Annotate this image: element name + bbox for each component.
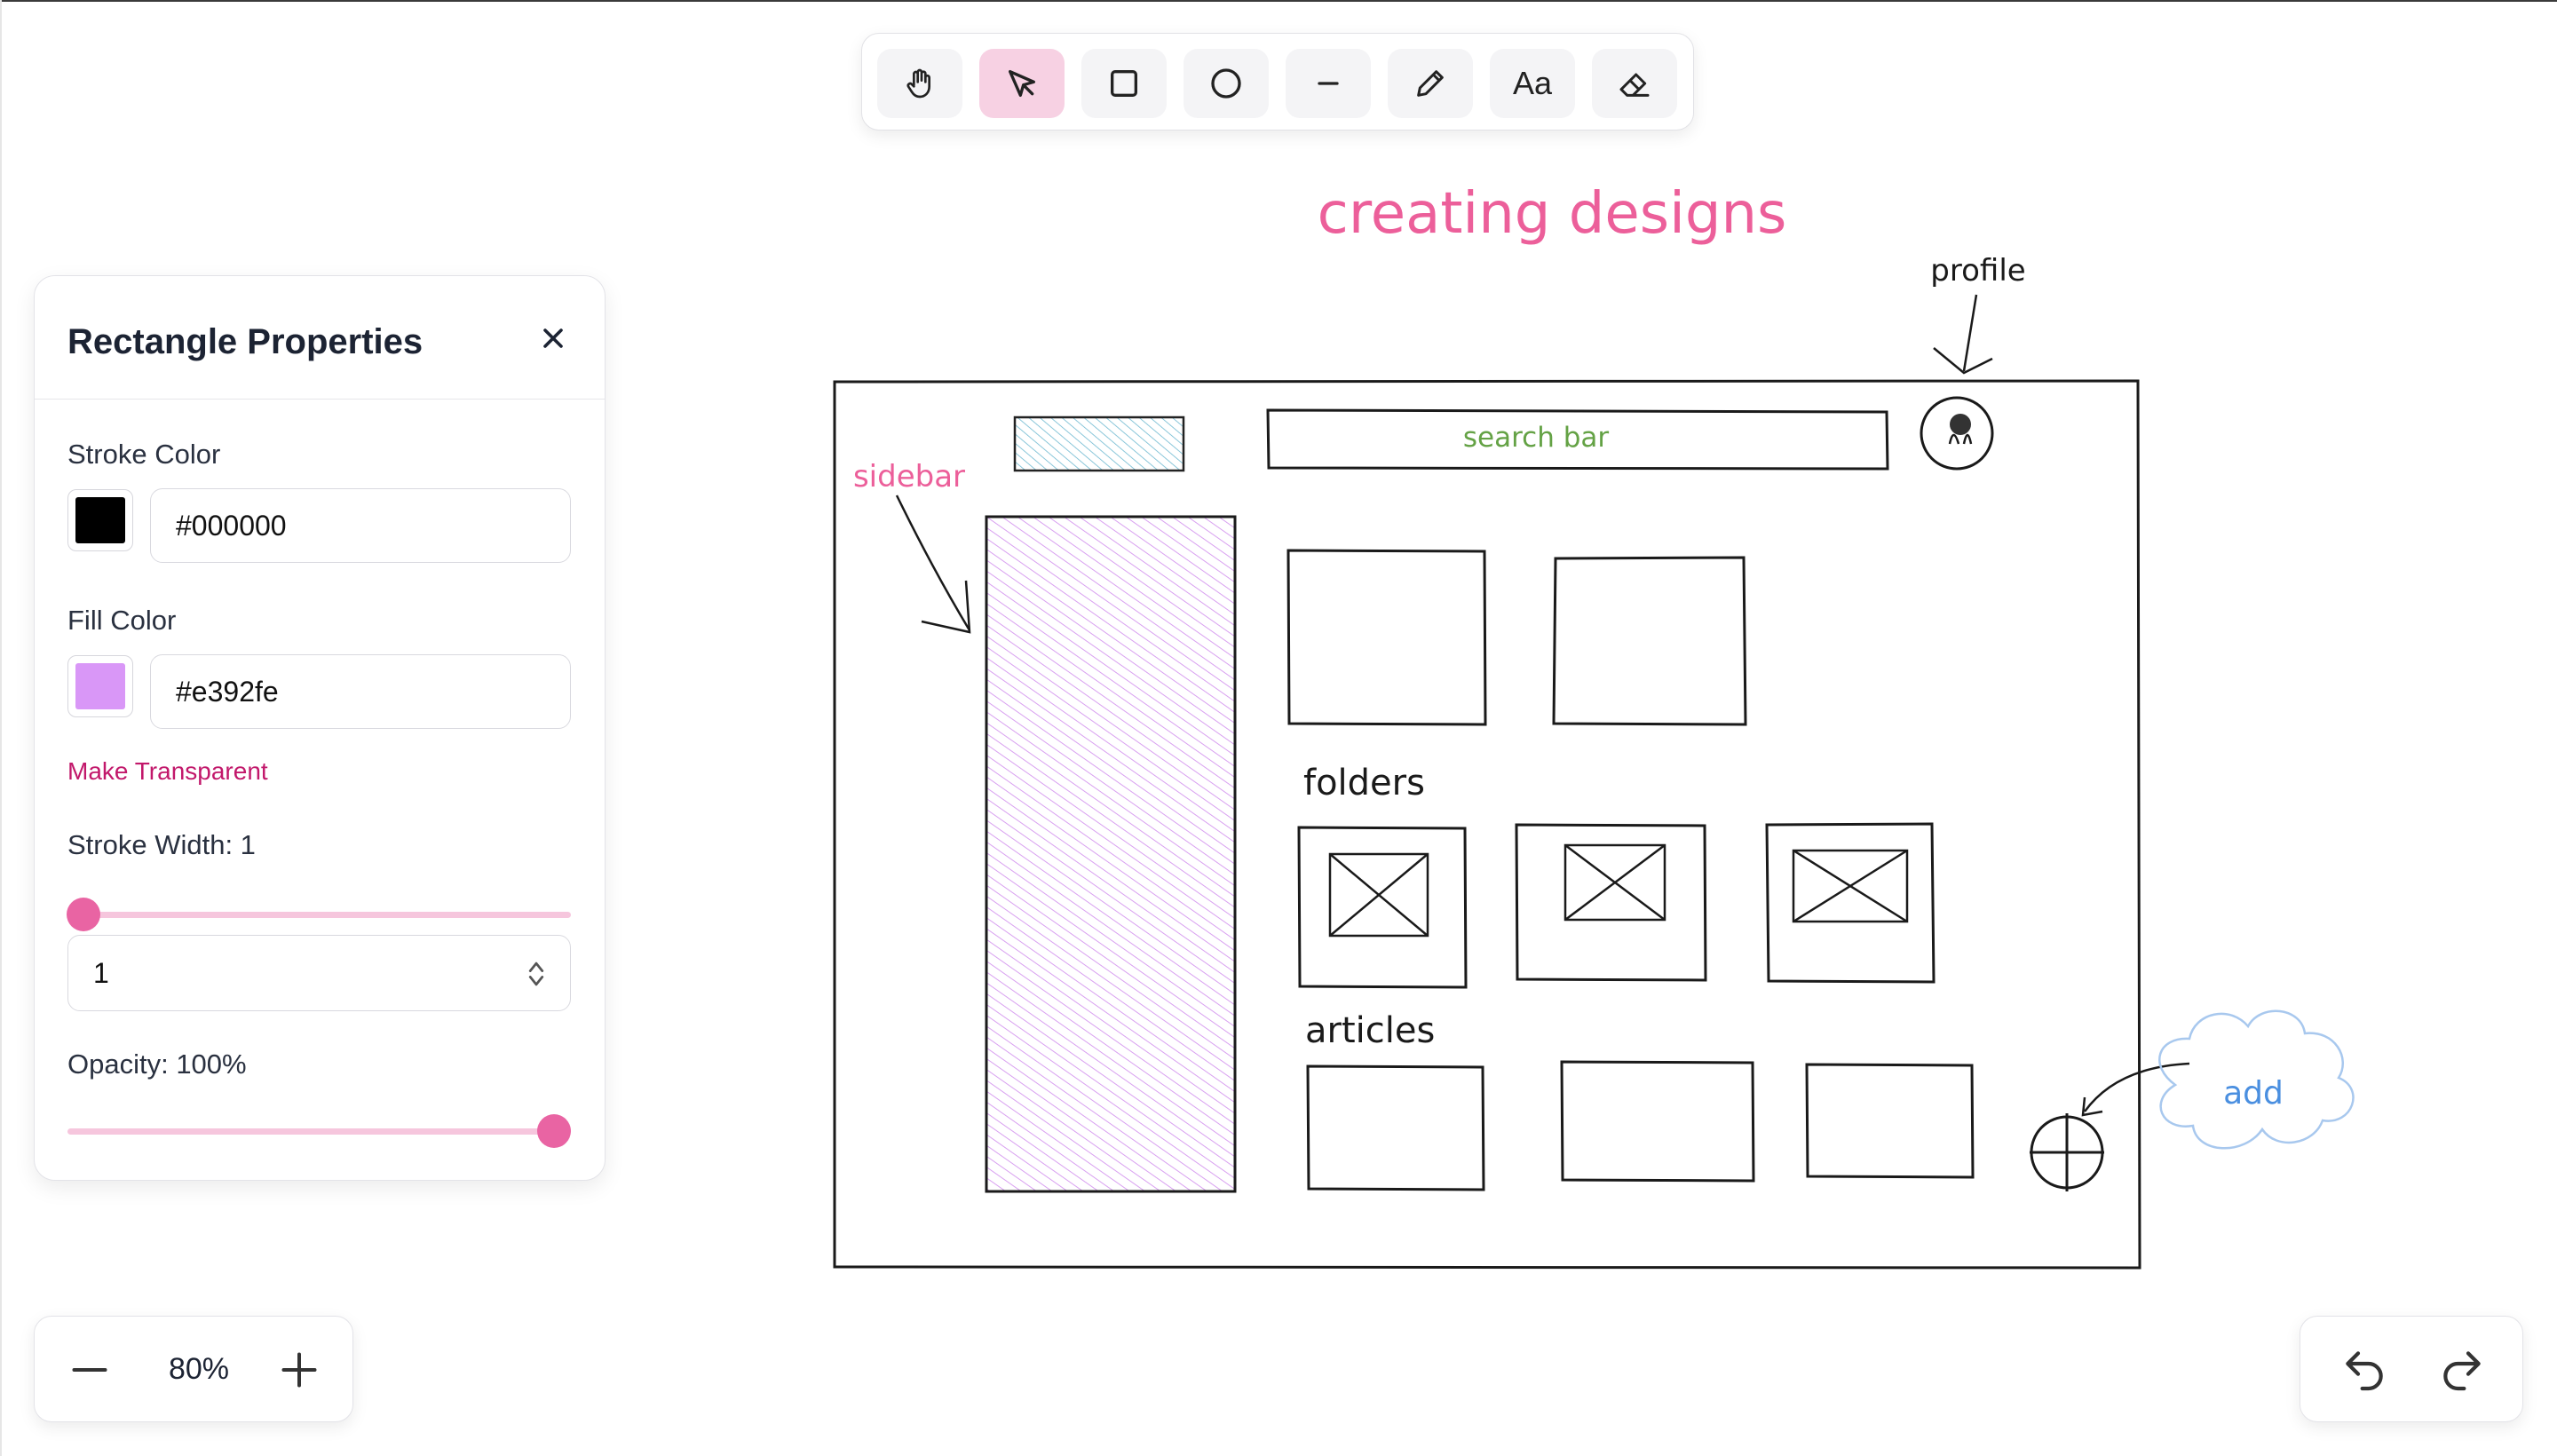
opacity-slider[interactable] — [67, 1128, 571, 1135]
stroke-color-label: Stroke Color — [67, 439, 221, 470]
top-card-2[interactable] — [1552, 556, 1747, 726]
articles-label[interactable]: articles — [1305, 1010, 1435, 1051]
ellipse-icon — [1211, 68, 1241, 99]
fill-color-chip — [75, 663, 125, 709]
folder-card-1[interactable] — [1297, 826, 1468, 989]
article-card-1[interactable] — [1306, 1064, 1485, 1191]
header-logo-block[interactable] — [1013, 415, 1185, 472]
panel-header: Rectangle Properties — [35, 276, 605, 400]
history-control — [2300, 1316, 2523, 1422]
canvas-title-text[interactable]: creating designs — [1318, 181, 1787, 247]
folder-card-3[interactable] — [1765, 822, 1936, 984]
search-bar-label[interactable]: search bar — [1463, 422, 1610, 454]
rectangle-properties-panel: Rectangle Properties Stroke Color #00000… — [34, 275, 606, 1181]
tool-line-button[interactable] — [1286, 49, 1371, 118]
tool-ellipse-button[interactable] — [1184, 49, 1269, 118]
text-icon: Aa — [1512, 65, 1553, 101]
zoom-level: 80% — [168, 1352, 230, 1386]
tool-eraser-button[interactable] — [1592, 49, 1677, 118]
stroke-color-swatch[interactable] — [67, 489, 133, 551]
stroke-color-chip — [75, 497, 125, 543]
sidebar-label[interactable]: sidebar — [853, 459, 965, 495]
add-arrow[interactable] — [2081, 1062, 2190, 1117]
stroke-width-input[interactable]: 1 — [67, 935, 571, 1011]
spinner-arrows-icon[interactable] — [526, 959, 547, 989]
tool-select-button[interactable] — [979, 49, 1065, 118]
article-card-2[interactable] — [1560, 1060, 1755, 1183]
redo-icon[interactable] — [2437, 1345, 2487, 1395]
tool-hand-button[interactable] — [877, 49, 962, 118]
rectangle-icon — [1111, 70, 1137, 97]
tool-draw-button[interactable] — [1388, 49, 1473, 118]
tool-text-button[interactable]: Aa — [1490, 49, 1575, 118]
fill-color-label: Fill Color — [67, 605, 177, 636]
make-transparent-link[interactable]: Make Transparent — [67, 757, 268, 786]
add-label[interactable]: add — [2223, 1075, 2284, 1112]
select-pointer-icon — [1009, 70, 1035, 98]
opacity-slider-knob[interactable] — [537, 1114, 571, 1148]
stroke-width-slider-knob[interactable] — [67, 898, 100, 931]
drawing-toolbar: Aa — [861, 33, 1694, 131]
profile-avatar-shape[interactable] — [1920, 396, 1994, 471]
article-card-3[interactable] — [1805, 1063, 1975, 1179]
add-button-shape[interactable] — [2030, 1113, 2104, 1191]
opacity-label: Opacity: 100% — [67, 1048, 247, 1080]
tool-rectangle-button[interactable] — [1081, 49, 1167, 118]
pencil-icon — [1417, 70, 1444, 97]
sidebar-rectangle[interactable] — [985, 515, 1237, 1193]
zoom-control: 80% — [34, 1316, 353, 1422]
stroke-color-input[interactable]: #000000 — [150, 488, 571, 563]
line-icon — [1318, 82, 1339, 85]
top-card-1[interactable] — [1286, 549, 1487, 726]
fill-color-swatch[interactable] — [67, 655, 133, 717]
stroke-width-label: Stroke Width: 1 — [67, 829, 256, 860]
folder-card-2[interactable] — [1515, 823, 1707, 982]
profile-arrow[interactable] — [1933, 294, 1993, 375]
eraser-icon — [1619, 73, 1650, 97]
profile-label[interactable]: profile — [1930, 253, 2025, 289]
panel-title: Rectangle Properties — [67, 322, 424, 361]
fill-color-input[interactable]: #e392fe — [150, 654, 571, 729]
stroke-width-value: 1 — [93, 957, 109, 989]
sidebar-arrow[interactable] — [895, 495, 971, 634]
folders-label[interactable]: folders — [1303, 763, 1425, 803]
zoom-in-plus-icon[interactable] — [273, 1343, 326, 1397]
undo-icon[interactable] — [2339, 1345, 2389, 1395]
zoom-out-minus-icon[interactable] — [63, 1343, 116, 1397]
hand-icon — [906, 68, 930, 99]
close-icon[interactable] — [537, 322, 569, 354]
stroke-width-slider[interactable] — [67, 912, 571, 918]
